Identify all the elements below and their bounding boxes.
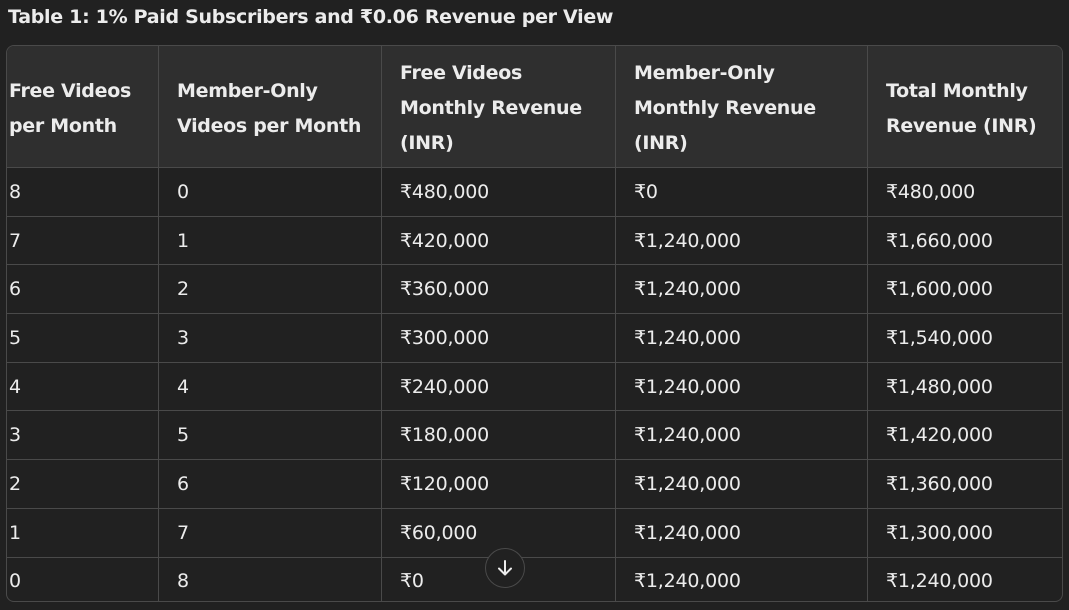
- table-header-row: Free Videos per Month Member-Only Videos…: [7, 46, 1062, 168]
- cell-total-revenue: ₹1,660,000: [867, 215, 1062, 266]
- cell-free-videos: 8: [7, 167, 159, 217]
- table-title: Table 1: 1% Paid Subscribers and ₹0.06 R…: [8, 6, 614, 28]
- cell-member-only-videos: 5: [158, 410, 382, 461]
- cell-free-videos: 3: [7, 410, 159, 461]
- cell-total-revenue: ₹1,600,000: [867, 264, 1062, 315]
- table-row: 5 3 ₹300,000 ₹1,240,000 ₹1,540,000: [7, 313, 1062, 363]
- table-row: 0 8 ₹0 ₹1,240,000 ₹1,240,000: [7, 556, 1062, 601]
- cell-member-only-revenue: ₹1,240,000: [615, 215, 868, 266]
- cell-free-videos: 2: [7, 459, 159, 509]
- cell-total-revenue: ₹1,240,000: [867, 556, 1062, 601]
- column-header-member-only-videos: Member-Only Videos per Month: [158, 46, 382, 168]
- scroll-to-bottom-button[interactable]: [485, 548, 525, 588]
- cell-member-only-videos: 8: [158, 556, 382, 601]
- cell-free-videos: 7: [7, 215, 159, 266]
- cell-total-revenue: ₹480,000: [867, 167, 1062, 217]
- table-row: 8 0 ₹480,000 ₹0 ₹480,000: [7, 167, 1062, 217]
- cell-free-videos: 6: [7, 264, 159, 315]
- column-header-member-only-revenue: Member-Only Monthly Revenue (INR): [615, 46, 868, 168]
- cell-free-revenue: ₹480,000: [381, 167, 616, 217]
- cell-free-videos: 4: [7, 361, 159, 412]
- cell-total-revenue: ₹1,420,000: [867, 410, 1062, 461]
- cell-member-only-revenue: ₹1,240,000: [615, 264, 868, 315]
- cell-member-only-revenue: ₹1,240,000: [615, 313, 868, 363]
- cell-total-revenue: ₹1,360,000: [867, 459, 1062, 509]
- table-row: 7 1 ₹420,000 ₹1,240,000 ₹1,660,000: [7, 215, 1062, 266]
- cell-free-revenue: ₹240,000: [381, 361, 616, 412]
- cell-member-only-revenue: ₹1,240,000: [615, 556, 868, 601]
- cell-member-only-revenue: ₹1,240,000: [615, 361, 868, 412]
- cell-member-only-revenue: ₹1,240,000: [615, 507, 868, 558]
- arrow-down-icon: [495, 558, 515, 578]
- cell-member-only-revenue: ₹1,240,000: [615, 459, 868, 509]
- cell-free-revenue: ₹300,000: [381, 313, 616, 363]
- revenue-table: Free Videos per Month Member-Only Videos…: [7, 46, 1062, 601]
- cell-free-videos: 0: [7, 556, 159, 601]
- cell-free-videos: 5: [7, 313, 159, 363]
- table-container: Free Videos per Month Member-Only Videos…: [6, 45, 1063, 602]
- cell-free-revenue: ₹420,000: [381, 215, 616, 266]
- column-header-free-revenue: Free Videos Monthly Revenue (INR): [381, 46, 616, 168]
- cell-free-revenue: ₹180,000: [381, 410, 616, 461]
- table-row: 6 2 ₹360,000 ₹1,240,000 ₹1,600,000: [7, 264, 1062, 315]
- cell-total-revenue: ₹1,540,000: [867, 313, 1062, 363]
- cell-member-only-revenue: ₹0: [615, 167, 868, 217]
- cell-free-revenue: ₹120,000: [381, 459, 616, 509]
- cell-total-revenue: ₹1,300,000: [867, 507, 1062, 558]
- cell-member-only-videos: 2: [158, 264, 382, 315]
- cell-member-only-videos: 0: [158, 167, 382, 217]
- cell-member-only-videos: 7: [158, 507, 382, 558]
- cell-member-only-videos: 1: [158, 215, 382, 266]
- cell-free-revenue: ₹360,000: [381, 264, 616, 315]
- table-row: 3 5 ₹180,000 ₹1,240,000 ₹1,420,000: [7, 410, 1062, 461]
- cell-member-only-videos: 3: [158, 313, 382, 363]
- cell-member-only-videos: 6: [158, 459, 382, 509]
- table-row: 2 6 ₹120,000 ₹1,240,000 ₹1,360,000: [7, 459, 1062, 509]
- table-row: 4 4 ₹240,000 ₹1,240,000 ₹1,480,000: [7, 361, 1062, 412]
- cell-total-revenue: ₹1,480,000: [867, 361, 1062, 412]
- cell-member-only-videos: 4: [158, 361, 382, 412]
- cell-free-videos: 1: [7, 507, 159, 558]
- cell-member-only-revenue: ₹1,240,000: [615, 410, 868, 461]
- table-row: 1 7 ₹60,000 ₹1,240,000 ₹1,300,000: [7, 507, 1062, 558]
- column-header-free-videos: Free Videos per Month: [7, 46, 159, 168]
- column-header-total-revenue: Total Monthly Revenue (INR): [867, 46, 1062, 168]
